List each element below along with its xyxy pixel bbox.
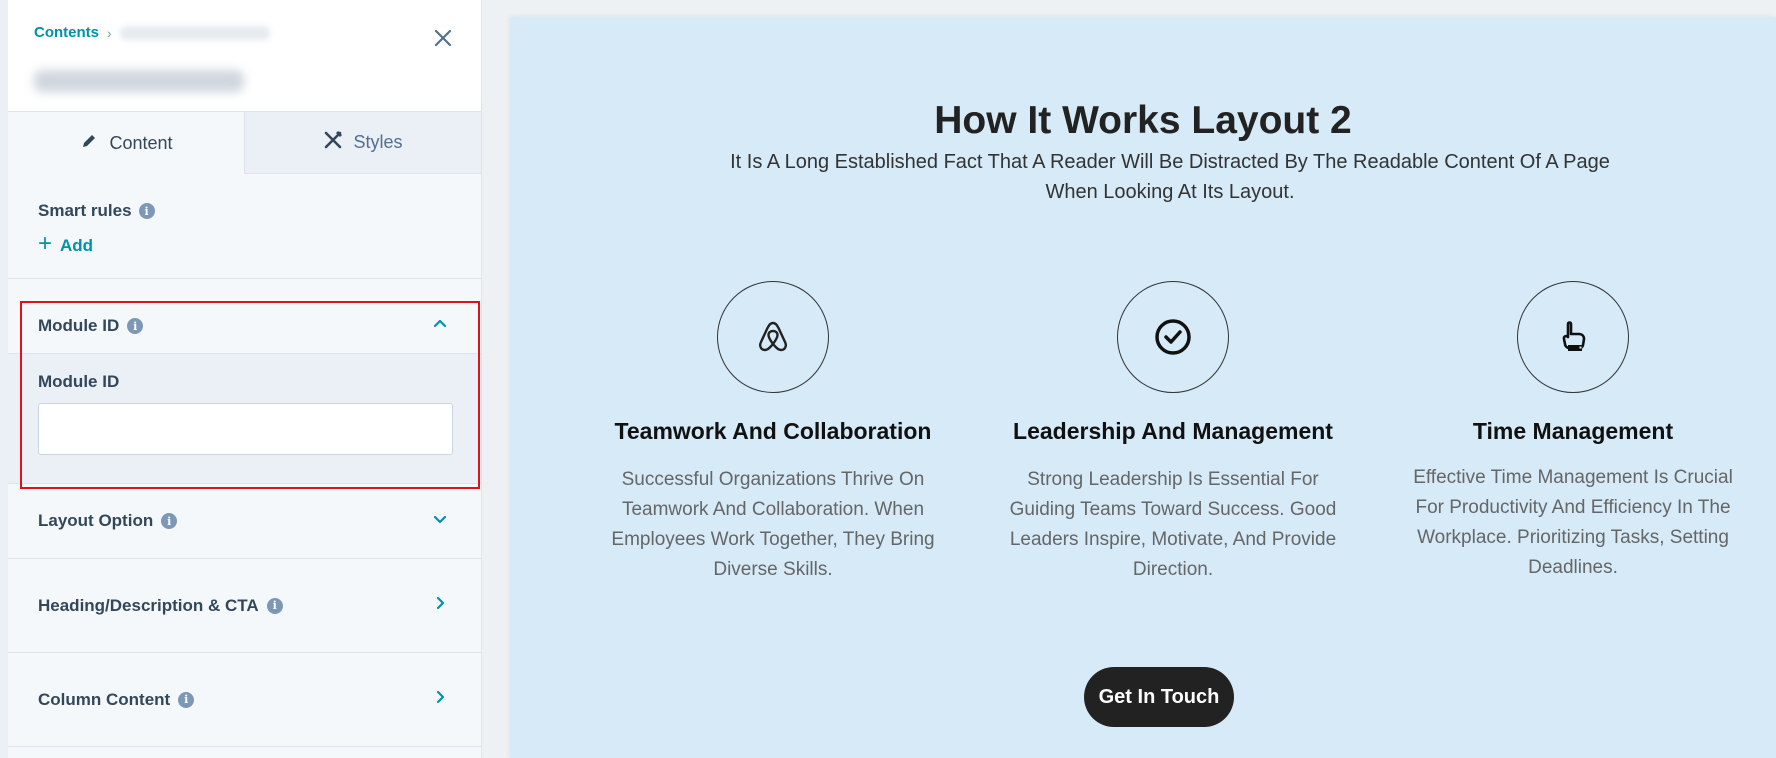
- close-icon[interactable]: [431, 26, 455, 50]
- pencil-icon: [79, 131, 99, 156]
- add-smart-rule-button[interactable]: + Add: [38, 230, 94, 257]
- info-icon[interactable]: i: [127, 318, 144, 334]
- add-smart-rule-label: Add: [60, 235, 94, 255]
- preview-description: It Is A Long Established Fact That A Rea…: [730, 151, 1610, 203]
- column-content-section: Column Content i: [8, 653, 481, 747]
- tab-styles-label: Styles: [353, 132, 403, 152]
- module-id-section: Module ID i Module ID: [8, 299, 481, 484]
- tab-bar: Content Styles: [8, 112, 481, 174]
- info-icon[interactable]: i: [266, 597, 283, 614]
- chevron-right-icon[interactable]: [431, 688, 449, 711]
- breadcrumb-separator-icon: ›: [107, 24, 112, 41]
- module-name-redacted: [34, 70, 244, 92]
- feature-icon-circle: [1517, 281, 1629, 393]
- editor-sidebar: Contents › Content Styles Smart rules i: [8, 0, 482, 758]
- heading-description-cta-section-header[interactable]: Heading/Description & CTA i: [8, 559, 481, 652]
- feature-card: Teamwork And Collaboration Successful Or…: [608, 281, 938, 585]
- tab-styles[interactable]: Styles: [245, 112, 481, 173]
- airbnb-icon: [759, 321, 787, 352]
- preview-title: How It Works Layout 2: [934, 99, 1352, 142]
- chevron-right-icon[interactable]: [431, 594, 449, 617]
- heading-description-cta-title: Heading/Description & CTA: [38, 595, 259, 615]
- smart-rules-label: Smart rules: [38, 201, 132, 220]
- module-id-input[interactable]: [38, 403, 453, 455]
- info-icon[interactable]: i: [161, 513, 178, 529]
- feature-title: Teamwork And Collaboration: [614, 418, 932, 444]
- module-id-field-label: Module ID: [38, 372, 120, 391]
- smart-rules-heading: Smart rules i: [38, 201, 155, 221]
- feature-text: Effective Time Management Is Crucial For…: [1413, 467, 1733, 578]
- pointing-hand-icon: [1562, 321, 1586, 351]
- feature-text: Strong Leadership Is Essential For Guidi…: [1009, 469, 1337, 580]
- feature-card: Leadership And Management Strong Leaders…: [1008, 281, 1338, 585]
- feature-title: Leadership And Management: [1013, 418, 1333, 444]
- layout-option-section-header[interactable]: Layout Option i: [8, 484, 481, 558]
- module-preview[interactable]: How It Works Layout 2 It Is A Long Estab…: [510, 17, 1776, 758]
- feature-title: Time Management: [1472, 418, 1674, 444]
- layout-option-section: Layout Option i: [8, 484, 481, 559]
- get-in-touch-button[interactable]: Get In Touch: [1084, 667, 1234, 727]
- info-icon[interactable]: i: [138, 203, 155, 219]
- feature-icon-circle: [717, 281, 829, 393]
- feature-card: Time Management Effective Time Managemen…: [1408, 281, 1738, 583]
- tab-content[interactable]: Content: [8, 112, 245, 174]
- panel-edge: [0, 0, 8, 758]
- column-content-section-header[interactable]: Column Content i: [8, 653, 481, 746]
- tab-content-label: Content: [109, 132, 173, 153]
- feature-text: Successful Organizations Thrive On Teamw…: [611, 469, 935, 580]
- check-circle-icon: [1155, 319, 1191, 355]
- chevron-down-icon[interactable]: [431, 510, 449, 533]
- breadcrumb-current-redacted: [119, 25, 270, 40]
- module-id-section-body: Module ID: [8, 353, 481, 483]
- styles-icon: [323, 130, 343, 155]
- module-id-section-header[interactable]: Module ID i: [8, 299, 481, 353]
- chevron-up-icon[interactable]: [431, 315, 449, 338]
- feature-icon-circle: [1117, 281, 1229, 393]
- column-content-title: Column Content: [38, 689, 171, 709]
- panel-header: Contents ›: [8, 0, 481, 112]
- breadcrumb: Contents ›: [34, 24, 270, 41]
- module-id-section-title: Module ID: [38, 316, 120, 335]
- info-icon[interactable]: i: [178, 691, 195, 708]
- plus-icon: +: [38, 230, 53, 257]
- smart-rules-section: Smart rules i + Add: [8, 174, 481, 279]
- heading-description-cta-section: Heading/Description & CTA i: [8, 559, 481, 653]
- breadcrumb-root-link[interactable]: Contents: [34, 24, 99, 41]
- layout-option-title: Layout Option: [38, 511, 154, 530]
